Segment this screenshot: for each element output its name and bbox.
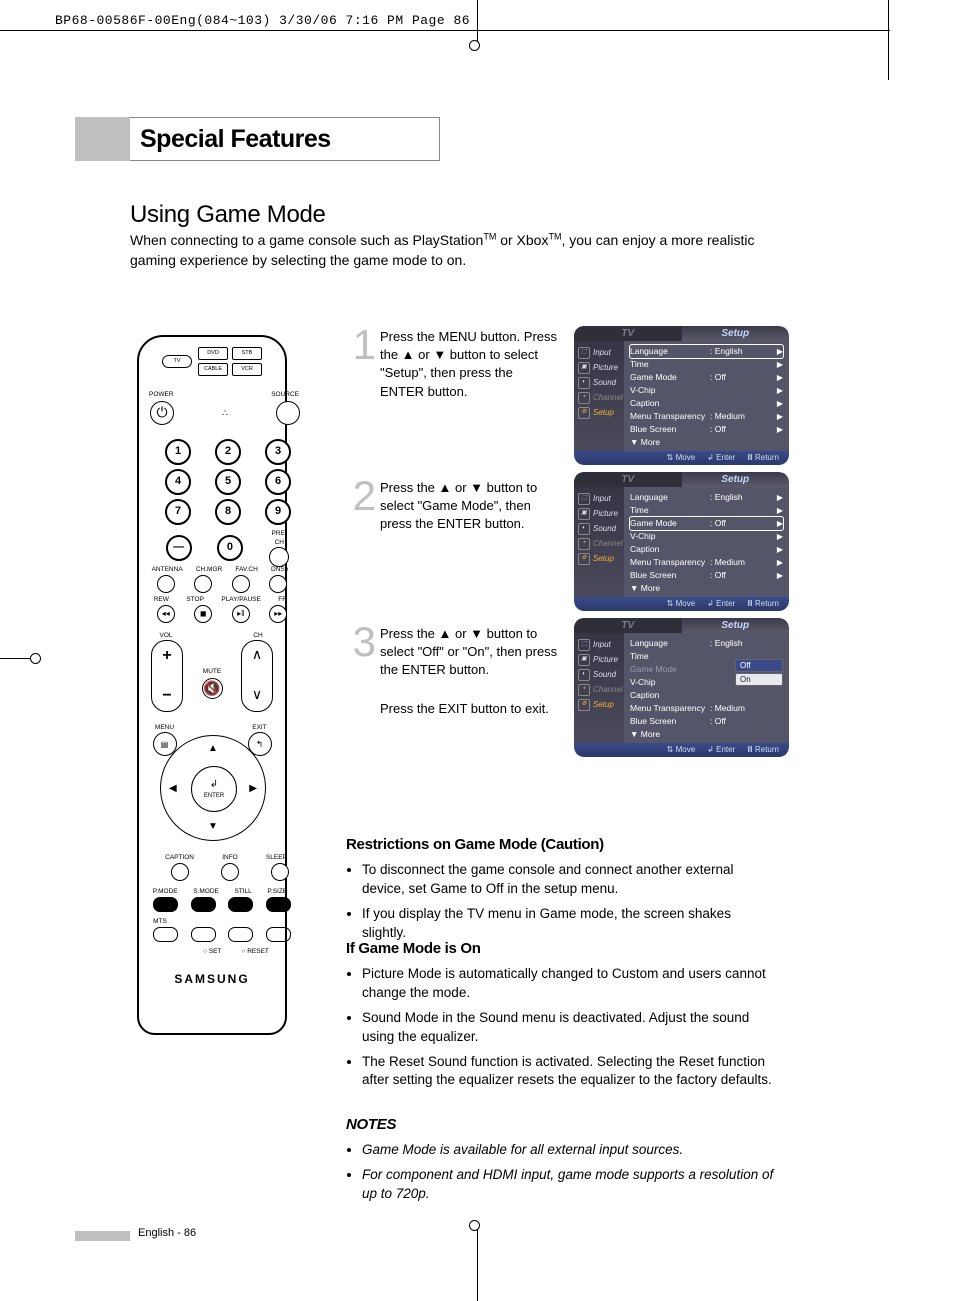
- num-6: 6: [265, 469, 291, 495]
- favch-btn: [232, 575, 250, 593]
- osd-screenshot-1: TVSetup ⬚Input ▣Picture ◐Sound ✦Channel …: [574, 326, 789, 465]
- info-btn: [221, 863, 239, 881]
- footer-accent: [75, 1231, 130, 1241]
- smode-label: S.MODE: [193, 887, 219, 896]
- num-1: 1: [165, 439, 191, 465]
- still-label: STILL: [234, 887, 251, 896]
- enter-btn: ↲ENTER: [191, 766, 237, 812]
- intro-paragraph: When connecting to a game console such a…: [130, 230, 760, 271]
- dnse-btn: [269, 575, 287, 593]
- reset-label: ○ RESET: [241, 947, 268, 956]
- chapter-title: Special Features: [130, 117, 440, 161]
- power-label: POWER: [149, 390, 174, 399]
- mute-btn: 🔇: [202, 678, 223, 699]
- ff-btn: ▸▸: [269, 605, 287, 623]
- mts-btn: [153, 927, 178, 942]
- registration-mark-left: [0, 654, 40, 664]
- stop-label: STOP: [186, 595, 204, 604]
- rew-btn: ◂◂: [157, 605, 175, 623]
- pmode-label: P.MODE: [153, 887, 178, 896]
- brand-logo: SAMSUNG: [137, 971, 287, 988]
- crop-rule-right: [888, 0, 889, 80]
- play-label: PLAY/PAUSE: [221, 595, 261, 604]
- crop-rule-top: [0, 30, 890, 31]
- extra-btn-3: [266, 927, 291, 942]
- num-8: 8: [215, 499, 241, 525]
- ff-label: FF: [278, 595, 286, 604]
- osd-screenshot-3: TVSetup ⬚Input ▣Picture ◐Sound ✦Channel …: [574, 618, 789, 757]
- nav-ring: ▲ ▼ ◀ ▶ ↲ENTER: [160, 735, 266, 841]
- still-btn: [228, 897, 253, 912]
- psize-btn: [266, 897, 291, 912]
- smode-btn: [191, 897, 216, 912]
- prech-label: PRE-CH: [268, 529, 290, 547]
- osd-screenshot-2: TVSetup ⬚Input ▣Picture ◐Sound ✦Channel …: [574, 472, 789, 611]
- dnse-label: DNSe: [271, 565, 288, 574]
- ch-rocker: ∧ ∨: [241, 640, 273, 712]
- step-3: 3 Press the ▲ or ▼ button to select "Off…: [346, 625, 558, 680]
- rew-label: REW: [154, 595, 169, 604]
- remote-cable: CABLE: [198, 363, 228, 376]
- antenna-label: ANTENNA: [152, 565, 183, 574]
- chmgr-label: CH.MGR: [196, 565, 222, 574]
- mts-label: MTS: [147, 917, 173, 926]
- num-9: 9: [265, 499, 291, 525]
- chapter-heading: Special Features: [75, 117, 440, 161]
- menu-label: MENU: [147, 723, 182, 732]
- set-label: ○ SET: [203, 947, 221, 956]
- psize-label: P.SIZE: [267, 887, 287, 896]
- remote-vcr: VCR: [232, 363, 262, 376]
- page-footer: English - 86: [138, 1226, 196, 1241]
- remote-dvd: DVD: [198, 347, 228, 360]
- chmgr-btn: [194, 575, 212, 593]
- num-7: 7: [165, 499, 191, 525]
- extra-btn-2: [228, 927, 253, 942]
- remote-tv: TV: [162, 355, 192, 368]
- osd-option-off: Off: [735, 659, 783, 672]
- sleep-label: SLEEP: [266, 853, 287, 862]
- num-4: 4: [165, 469, 191, 495]
- source-button: [276, 401, 300, 425]
- caption-label: CAPTION: [165, 853, 194, 862]
- num-5: 5: [215, 469, 241, 495]
- step-2: 2 Press the ▲ or ▼ button to select "Gam…: [346, 479, 558, 534]
- num-0: 0: [217, 535, 243, 561]
- notes-section: NOTES Game Mode is available for all ext…: [346, 1114, 776, 1210]
- source-label: SOURCE: [271, 390, 299, 399]
- section-title: Using Game Mode: [130, 198, 326, 232]
- registration-mark-bottom: [473, 1221, 483, 1301]
- caption-btn: [171, 863, 189, 881]
- play-btn: ▸‖: [232, 605, 250, 623]
- if-on-section: If Game Mode is On Picture Mode is autom…: [346, 938, 776, 1096]
- step-3b: Press the EXIT button to exit.: [346, 700, 558, 718]
- remote-stb: STB: [232, 347, 262, 360]
- ch-label: CH: [243, 631, 273, 640]
- info-label: INFO: [222, 853, 238, 862]
- antenna-btn: [157, 575, 175, 593]
- remote-control-illustration: TV DVD STB CABLE VCR POWER SOURCE ⏻ ∴ 12…: [137, 335, 287, 1035]
- sleep-btn: [271, 863, 289, 881]
- exit-label: EXIT: [242, 723, 277, 732]
- extra-btn-1: [191, 927, 216, 942]
- print-slug: BP68-00586F-00Eng(084~103) 3/30/06 7:16 …: [55, 12, 470, 30]
- pmode-btn: [153, 897, 178, 912]
- power-button: ⏻: [150, 401, 174, 425]
- num-2: 2: [215, 439, 241, 465]
- num-dash: —: [166, 535, 192, 561]
- step-1: 1 Press the MENU button. Press the ▲ or …: [346, 328, 558, 401]
- restrictions-section: Restrictions on Game Mode (Caution) To d…: [346, 834, 776, 949]
- osd-option-on: On: [735, 673, 783, 686]
- mute-label: MUTE: [192, 667, 232, 676]
- vol-label: VOL: [151, 631, 181, 640]
- vol-rocker: + −: [151, 640, 183, 712]
- num-3: 3: [265, 439, 291, 465]
- favch-label: FAV.CH: [235, 565, 257, 574]
- stop-btn: ◼: [194, 605, 212, 623]
- registration-mark-top: [473, 0, 483, 45]
